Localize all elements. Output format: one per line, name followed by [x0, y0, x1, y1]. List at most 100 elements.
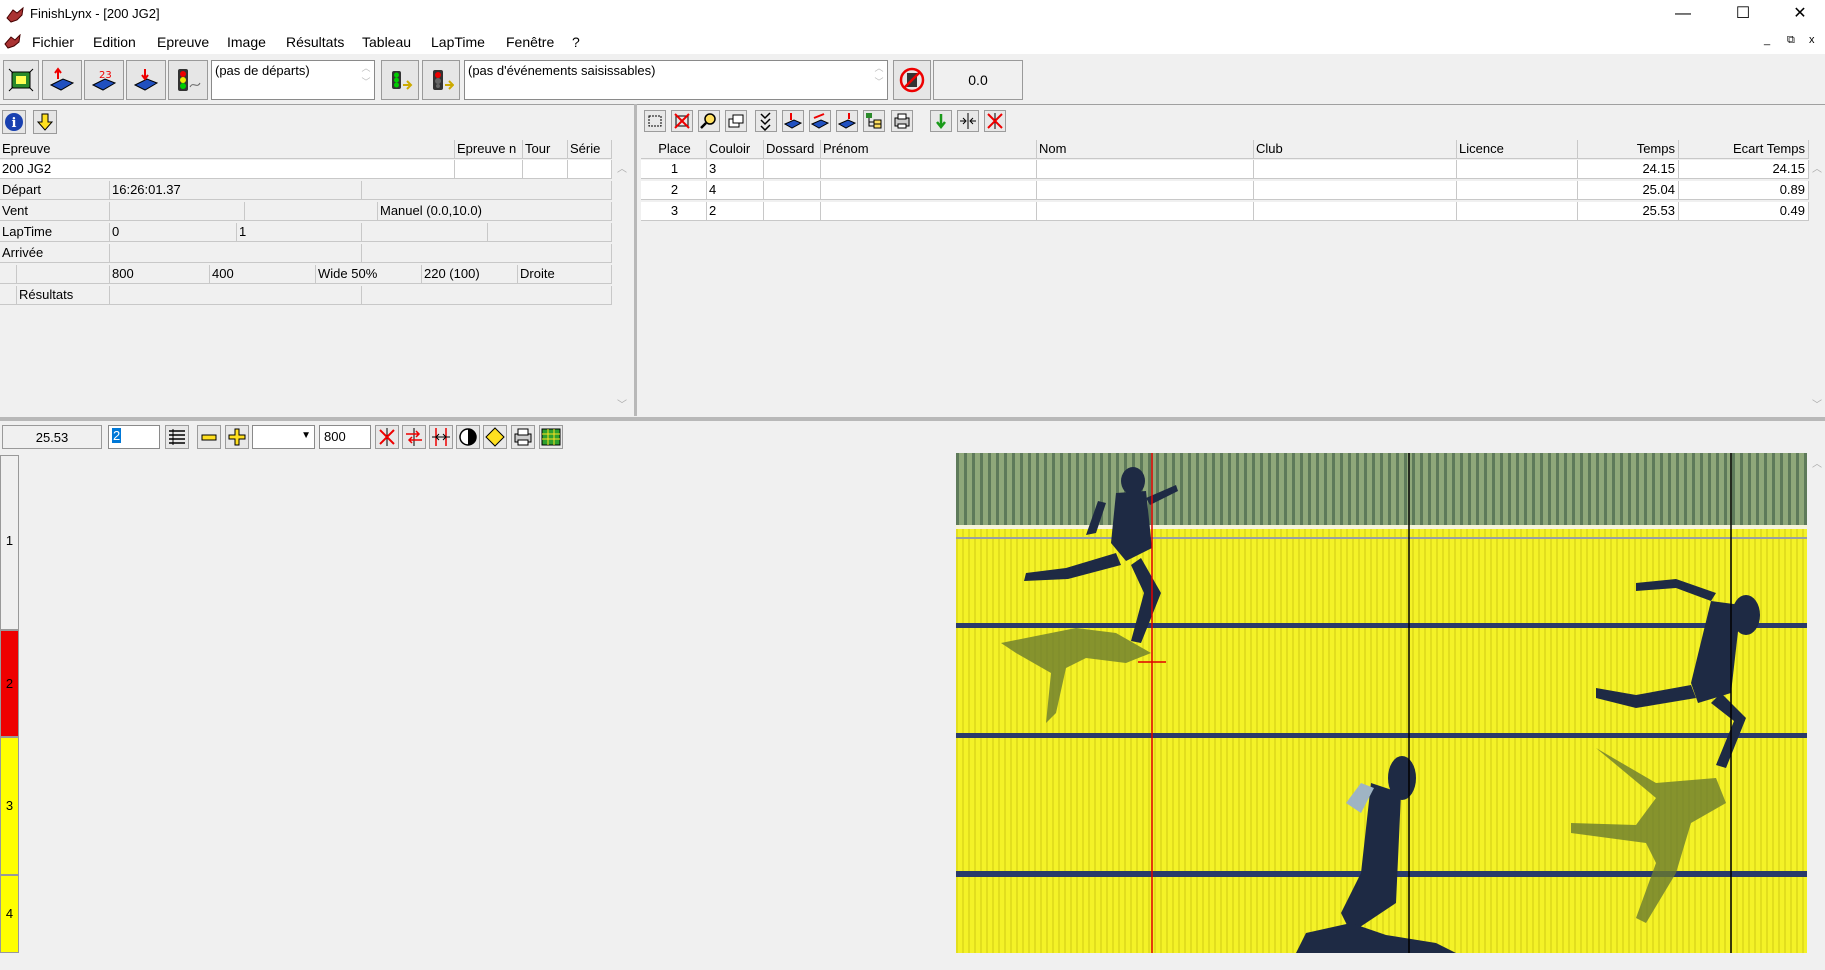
result-cell-place[interactable]: 2 [641, 181, 707, 200]
capture-button[interactable] [3, 60, 39, 100]
schedule-button[interactable]: 23 [84, 60, 124, 100]
menu-resultats[interactable]: Résultats [286, 34, 344, 50]
result-cell-place[interactable]: 1 [641, 160, 707, 179]
result-cell-prenom[interactable] [821, 202, 1037, 221]
check-list-button[interactable] [755, 110, 777, 132]
menu-help[interactable]: ? [572, 34, 580, 50]
result-cell-prenom[interactable] [821, 181, 1037, 200]
stop-button[interactable] [422, 60, 460, 100]
laptime-value-b[interactable]: 1 [237, 223, 362, 242]
menu-tableau[interactable]: Tableau [362, 34, 411, 50]
result-cell-dossard[interactable] [764, 160, 821, 179]
scroll-down-icon[interactable]: ﹀ [617, 396, 627, 411]
photo-finish-image[interactable] [956, 453, 1807, 953]
image-scroll-up-icon[interactable]: ︿ [1812, 455, 1822, 470]
print-image-button[interactable] [511, 425, 535, 449]
arrivee-field[interactable] [110, 244, 362, 263]
event-scrollbar[interactable]: ︿ ﹀ [615, 160, 629, 415]
lane-1[interactable]: 1 [0, 455, 19, 630]
search-button[interactable] [698, 110, 720, 132]
align-button[interactable] [429, 425, 453, 449]
save-event-button[interactable] [126, 60, 166, 100]
result-cell-dossard[interactable] [764, 202, 821, 221]
vent-value[interactable]: Manuel (0.0,10.0) [378, 202, 612, 221]
events-spin[interactable]: ︿ ﹀ [871, 61, 887, 99]
result-cell-licence[interactable] [1457, 160, 1578, 179]
scroll-up-icon[interactable]: ︿ [617, 160, 627, 175]
tree-button[interactable] [863, 110, 885, 132]
zoom-in-button[interactable] [225, 425, 249, 449]
export-button[interactable] [809, 110, 831, 132]
print-button[interactable] [891, 110, 913, 132]
zoom-out-button[interactable] [197, 425, 221, 449]
result-cell-licence[interactable] [1457, 202, 1578, 221]
transfer-button[interactable] [402, 425, 426, 449]
result-cell-couloir[interactable]: 3 [707, 160, 764, 179]
import-button[interactable] [782, 110, 804, 132]
clear-button[interactable] [984, 110, 1006, 132]
open-event-button[interactable] [42, 60, 82, 100]
lane-3[interactable]: 3 [0, 737, 19, 875]
laptime-field-d[interactable] [488, 223, 612, 242]
menu-fenetre[interactable]: Fenêtre [506, 34, 554, 50]
brightness-button[interactable] [483, 425, 507, 449]
result-cell-ecart[interactable]: 0.89 [1679, 181, 1809, 200]
minimize-button[interactable]: — [1660, 0, 1706, 30]
menu-epreuve[interactable]: Epreuve [157, 34, 209, 50]
setting-droite[interactable]: Droite [518, 265, 612, 284]
close-button[interactable]: ✕ [1777, 0, 1823, 30]
vent-field-a[interactable] [110, 202, 245, 221]
result-cell-couloir[interactable]: 2 [707, 202, 764, 221]
arm-button[interactable] [381, 60, 419, 100]
mdi-close-button[interactable]: x [1809, 34, 1815, 46]
result-cell-temps[interactable]: 25.53 [1578, 202, 1679, 221]
lane-2[interactable]: 2 [0, 630, 19, 737]
resultats-label[interactable]: Résultats [17, 286, 110, 305]
result-cell-temps[interactable]: 24.15 [1578, 160, 1679, 179]
vent-field-b[interactable] [245, 202, 378, 221]
result-cell-place[interactable]: 3 [641, 202, 707, 221]
windows-button[interactable] [725, 110, 747, 132]
mdi-minimize-button[interactable]: _ [1764, 34, 1770, 46]
lane-4[interactable]: 4 [0, 875, 19, 953]
laptime-value-a[interactable]: 0 [110, 223, 237, 242]
result-cell-ecart[interactable]: 24.15 [1679, 160, 1809, 179]
info-button[interactable]: i [2, 110, 26, 134]
contrast-button[interactable] [456, 425, 480, 449]
result-cell-club[interactable] [1254, 181, 1457, 200]
result-cell-club[interactable] [1254, 160, 1457, 179]
departs-select[interactable]: (pas de départs) ︿ ﹀ [211, 60, 375, 100]
results-scroll-up-icon[interactable]: ︿ [1812, 160, 1822, 175]
remove-line-button[interactable] [375, 425, 399, 449]
result-cell-nom[interactable] [1037, 181, 1254, 200]
select-all-button[interactable] [644, 110, 666, 132]
results-scroll-down-icon[interactable]: ﹀ [1812, 396, 1822, 411]
mdi-restore-button[interactable]: ⧉ [1787, 34, 1795, 47]
lanes-list-button[interactable] [165, 425, 189, 449]
setting-400[interactable]: 400 [210, 265, 316, 284]
departs-spin[interactable]: ︿ ﹀ [358, 61, 374, 99]
result-cell-nom[interactable] [1037, 160, 1254, 179]
result-cell-nom[interactable] [1037, 202, 1254, 221]
result-cell-dossard[interactable] [764, 181, 821, 200]
split-button[interactable] [957, 110, 979, 132]
horizontal-splitter[interactable] [0, 417, 1825, 421]
insert-button[interactable] [930, 110, 952, 132]
laptime-field-c[interactable] [362, 223, 488, 242]
setting-800[interactable]: 800 [110, 265, 210, 284]
depart-value[interactable]: 16:26:01.37 [110, 181, 362, 200]
event-name-field[interactable]: 200 JG2 [0, 160, 455, 179]
menu-laptime[interactable]: LapTime [431, 34, 485, 50]
no-camera-button[interactable] [893, 60, 931, 100]
menu-fichier[interactable]: Fichier [32, 34, 74, 50]
grid-button[interactable] [539, 425, 563, 449]
menu-edition[interactable]: Edition [93, 34, 136, 50]
serie-field[interactable] [568, 160, 612, 179]
result-cell-ecart[interactable]: 0.49 [1679, 202, 1809, 221]
results-scrollbar[interactable]: ︿ ﹀ [1810, 160, 1824, 415]
send-button[interactable] [836, 110, 858, 132]
events-select[interactable]: (pas d'événements saisissables) ︿ ﹀ [464, 60, 888, 100]
zoom-select[interactable]: ▼ [252, 425, 315, 449]
down-arrow-button[interactable] [33, 110, 57, 134]
lane-input[interactable]: 2 [108, 425, 160, 449]
